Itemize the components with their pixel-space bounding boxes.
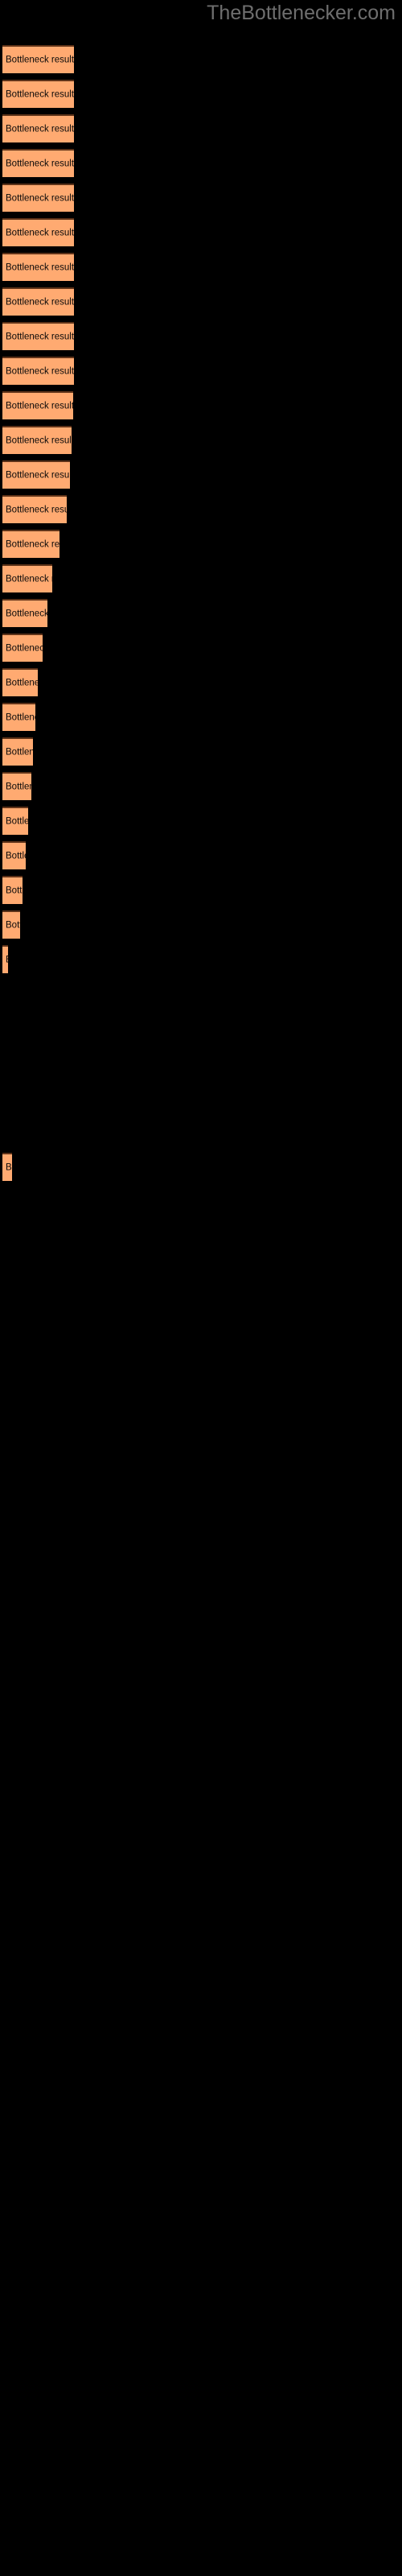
bar-21[interactable]: Bottleneck result <box>2 772 31 800</box>
bar-12[interactable]: Bottleneck result <box>2 460 70 489</box>
bar-label-4: Bottleneck result <box>6 193 74 203</box>
bar-label-9: Bottleneck result <box>6 366 74 376</box>
bar-label-11: Bottleneck result <box>6 436 72 445</box>
bar-label-3: Bottleneck result <box>6 159 74 168</box>
bar-8[interactable]: Bottleneck result <box>2 322 74 350</box>
bar-label-18: Bottleneck result <box>6 678 38 687</box>
bar-label-22: Bottleneck result <box>6 816 28 826</box>
bar-4[interactable]: Bottleneck result <box>2 184 74 212</box>
bar-23[interactable]: Bottleneck result <box>2 841 26 869</box>
bar-19[interactable]: Bottleneck result <box>2 703 35 731</box>
bar-24[interactable]: Bottleneck result <box>2 876 23 904</box>
bar-1[interactable]: Bottleneck result <box>2 80 74 108</box>
bar-9[interactable]: Bottleneck result <box>2 357 74 385</box>
bar-27[interactable]: Bottleneck result <box>2 1153 12 1181</box>
bar-label-7: Bottleneck result <box>6 297 74 307</box>
bar-6[interactable]: Bottleneck result <box>2 253 74 281</box>
bar-label-21: Bottleneck result <box>6 782 31 791</box>
bar-label-16: Bottleneck result <box>6 609 47 618</box>
bottleneck-chart: TheBottlenecker.com Bottleneck result Bot… <box>0 0 402 2576</box>
bar-15[interactable]: Bottleneck result <box>2 564 52 592</box>
bar-label-14: Bottleneck result <box>6 539 59 549</box>
bar-20[interactable]: Bottleneck result <box>2 737 33 766</box>
bar-label-19: Bottleneck result <box>6 712 35 722</box>
bar-10[interactable]: Bottleneck result <box>2 391 73 419</box>
bar-label-27: Bottleneck result <box>6 1162 12 1172</box>
bar-26[interactable]: Bottleneck result <box>2 945 8 973</box>
bar-18[interactable]: Bottleneck result <box>2 668 38 696</box>
bar-label-0: Bottleneck result <box>6 55 74 64</box>
bar-label-17: Bottleneck result <box>6 643 43 653</box>
bar-11[interactable]: Bottleneck result <box>2 426 72 454</box>
bar-14[interactable]: Bottleneck result <box>2 530 59 558</box>
bar-7[interactable]: Bottleneck result <box>2 287 74 316</box>
bar-3[interactable]: Bottleneck result <box>2 149 74 177</box>
bar-label-26: Bottleneck result <box>6 955 8 965</box>
bar-17[interactable]: Bottleneck result <box>2 634 43 662</box>
bar-label-10: Bottleneck result <box>6 401 73 411</box>
bar-label-20: Bottleneck result <box>6 747 33 757</box>
bar-0[interactable]: Bottleneck result <box>2 45 74 73</box>
bar-label-24: Bottleneck result <box>6 886 23 895</box>
bar-label-23: Bottleneck result <box>6 851 26 861</box>
bar-series: Bottleneck result Bottleneck result Bottle… <box>0 0 402 2576</box>
bar-16[interactable]: Bottleneck result <box>2 599 47 627</box>
bar-label-15: Bottleneck result <box>6 574 52 584</box>
bar-5[interactable]: Bottleneck result <box>2 218 74 246</box>
bar-label-5: Bottleneck result <box>6 228 74 237</box>
bar-22[interactable]: Bottleneck result <box>2 807 28 835</box>
bar-2[interactable]: Bottleneck result <box>2 114 74 142</box>
bar-label-8: Bottleneck result <box>6 332 74 341</box>
bar-25[interactable]: Bottleneck result <box>2 910 20 939</box>
bar-label-2: Bottleneck result <box>6 124 74 134</box>
bar-label-25: Bottleneck result <box>6 920 20 930</box>
bar-label-1: Bottleneck result <box>6 89 74 99</box>
bar-13[interactable]: Bottleneck result <box>2 495 67 523</box>
bar-label-12: Bottleneck result <box>6 470 70 480</box>
bar-label-13: Bottleneck result <box>6 505 67 514</box>
bar-label-6: Bottleneck result <box>6 262 74 272</box>
